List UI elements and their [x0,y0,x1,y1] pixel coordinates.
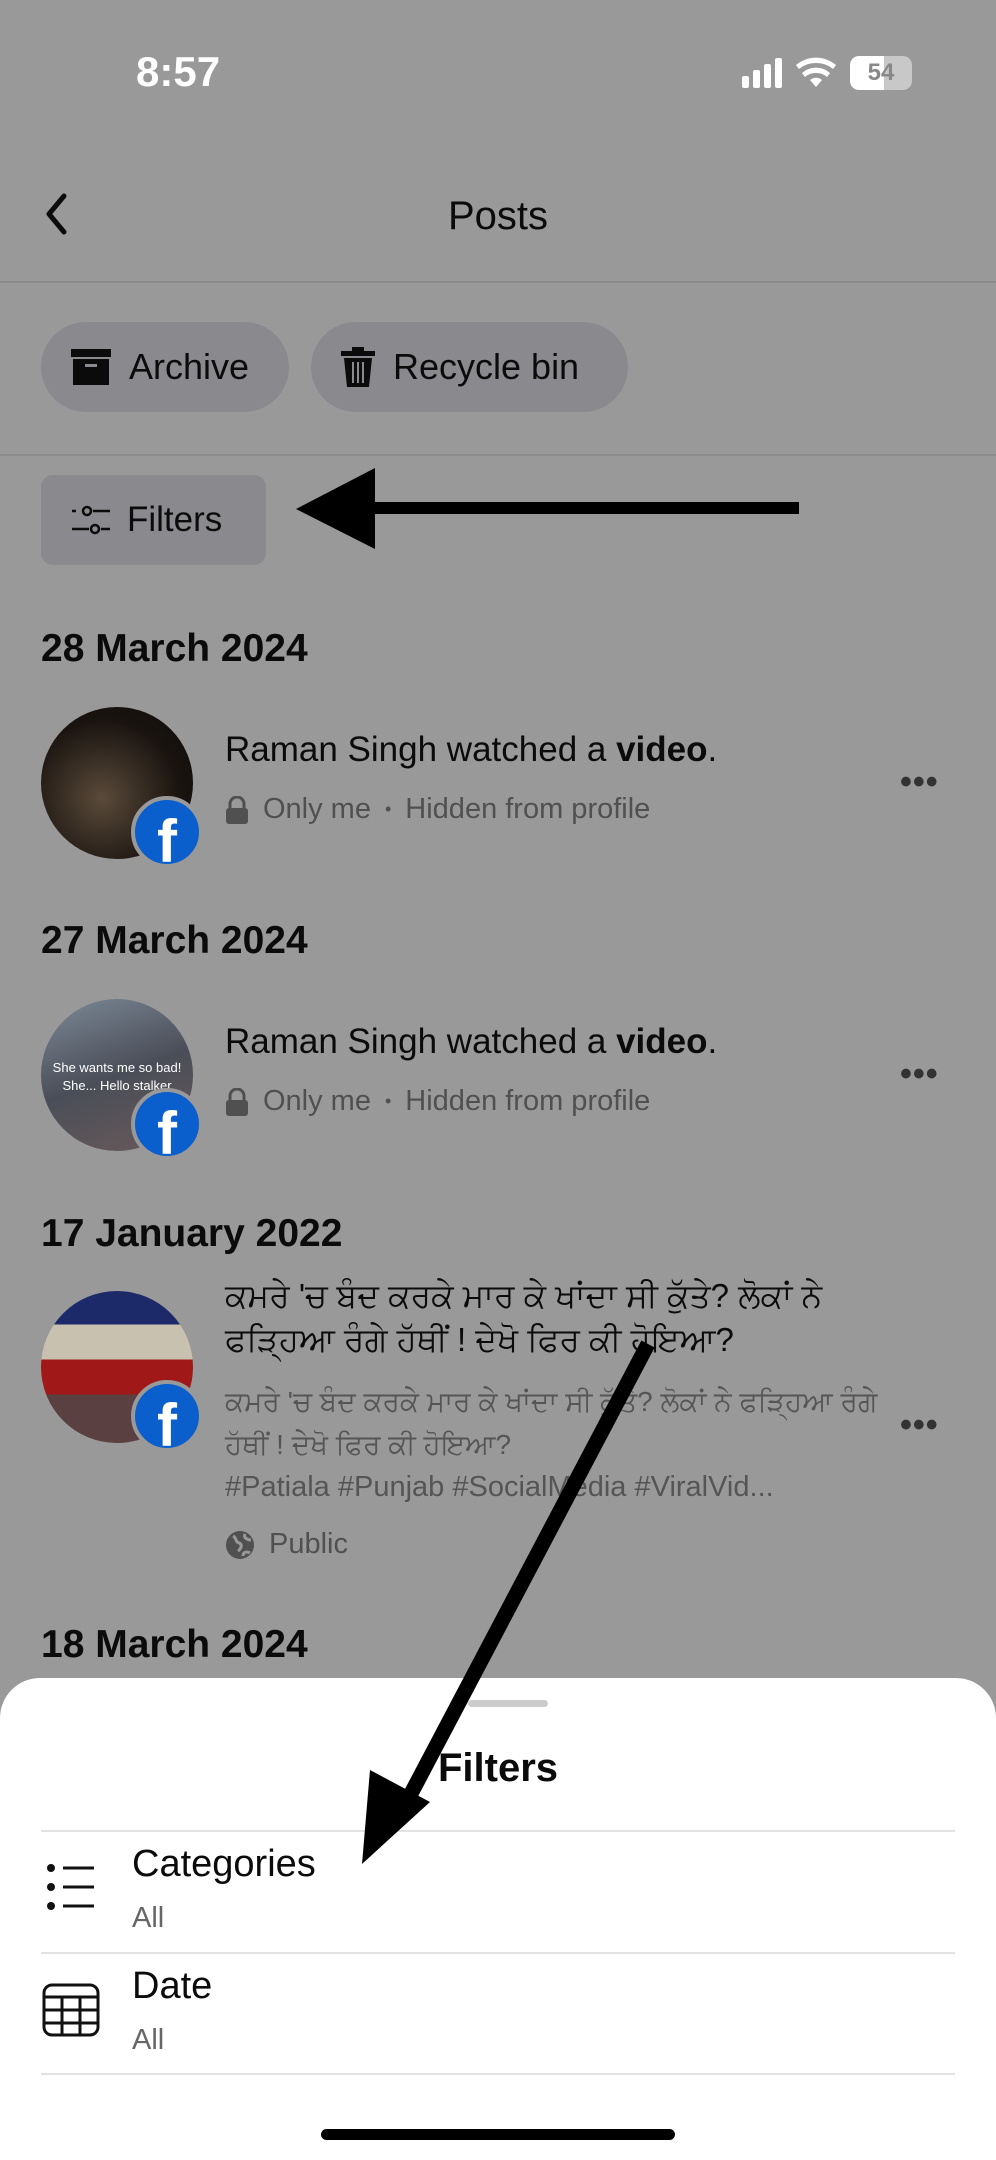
more-options-button[interactable]: ••• [900,1406,939,1445]
date-label: Date [132,1965,213,2007]
post-meta: Only me • Hidden from profile [225,793,650,826]
post-text[interactable]: Raman Singh watched a video. [225,730,717,770]
lock-icon [226,795,248,824]
status-icons: 54 [742,56,912,90]
list-icon [47,1864,94,1910]
calendar-icon [42,1983,100,2037]
more-options-button[interactable]: ••• [900,763,939,802]
divider [41,2073,955,2075]
sheet-title: Filters [437,1746,559,1790]
date-heading: 27 March 2024 [41,919,308,962]
filters-button[interactable]: Filters [41,475,266,565]
post-title[interactable]: ਕਮਰੇ 'ਚ ਬੰਦ ਕਰਕੇ ਮਾਰ ਕੇ ਖਾਂਦਾ ਸੀ ਕੁੱਤੇ? … [225,1274,875,1362]
more-options-button[interactable]: ••• [900,1055,939,1094]
categories-value: All [132,1902,165,1934]
categories-label: Categories [132,1843,316,1885]
page-title: Posts [447,194,549,238]
facebook-icon: f [131,796,203,875]
archive-label: Archive [129,346,250,387]
filters-label: Filters [127,500,223,539]
date-value: All [132,2024,165,2056]
archive-icon [71,349,111,385]
divider [0,281,996,283]
sliders-icon [72,505,110,535]
date-heading: 28 March 2024 [41,627,308,670]
date-heading: 17 January 2022 [41,1212,343,1255]
sheet-drag-handle[interactable] [468,1700,548,1707]
archive-button[interactable]: Archive [41,322,289,412]
facebook-icon: f [131,1088,203,1167]
lock-icon [226,1087,248,1116]
home-indicator[interactable] [321,2129,675,2140]
globe-icon [226,1530,254,1559]
wifi-icon [796,57,836,87]
post-meta: Only me • Hidden from profile [225,1085,650,1118]
trash-icon [341,347,375,387]
post-text[interactable]: Raman Singh watched a video. [225,1022,717,1062]
arrow-to-filters [296,468,799,549]
post-meta: Public [225,1528,348,1561]
post-description: ਕਮਰੇ 'ਚ ਬੰਦ ਕਰਕੇ ਮਾਰ ਕੇ ਖਾਂਦਾ ਸੀ ਕੁੱਤੇ? … [225,1386,878,1460]
facebook-icon: f [131,1380,203,1459]
signal-icon [742,58,782,88]
status-time: 8:57 [136,48,221,95]
recycle-bin-button[interactable]: Recycle bin [311,322,628,412]
recycle-bin-label: Recycle bin [393,346,580,387]
battery-icon: 54 [850,56,912,90]
divider [0,454,996,456]
post-hashtags: #Patiala #Punjab #SocialMedia #ViralVid.… [225,1471,774,1503]
date-heading: 18 March 2024 [41,1623,308,1666]
